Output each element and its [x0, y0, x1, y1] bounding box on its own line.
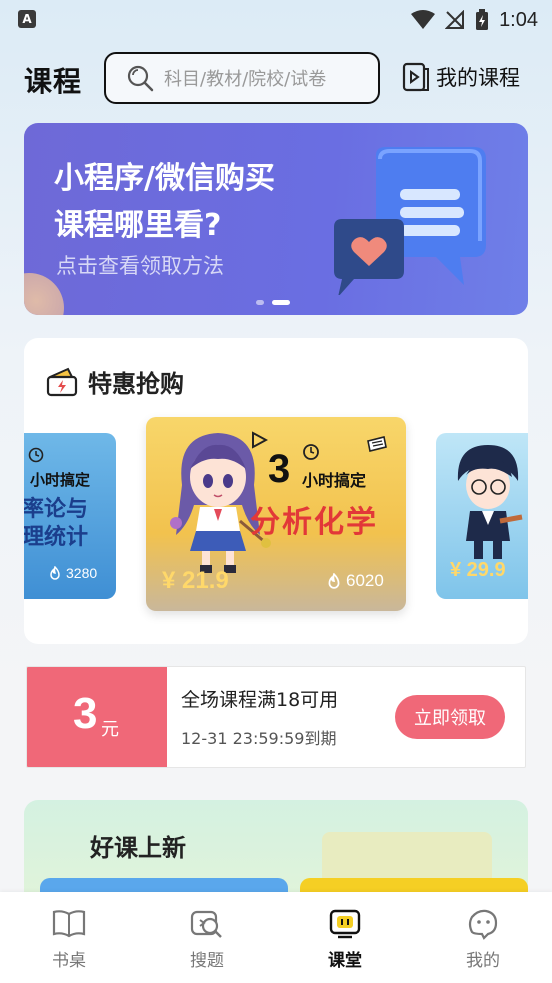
course-card-featured[interactable]: 3 小时搞定 分析化学 ¥ 21.9 6020 — [146, 417, 406, 611]
course-tag: 小时搞定 — [30, 471, 91, 489]
coupon-unit: 元 — [101, 719, 119, 740]
coupon-value-panel: 3 元 — [27, 667, 167, 767]
nav-label: 书桌 — [52, 951, 86, 971]
battery-charging-icon — [476, 9, 489, 30]
coupon-amount: 3 — [73, 689, 98, 738]
status-bar: A 1:04 — [0, 0, 552, 40]
banner-title-line1: 小程序/微信购买 — [54, 161, 275, 196]
search-icon — [127, 65, 154, 92]
course-hours-number: 3 — [268, 447, 291, 491]
wifi-icon — [411, 10, 436, 29]
pagination-dot-active[interactable] — [272, 300, 290, 305]
flash-sale-title: 特惠抢购 — [88, 370, 184, 398]
banner-pagination — [256, 300, 290, 305]
course-price: ¥ 21.9 — [162, 567, 229, 594]
clock-icon — [303, 444, 319, 460]
course-title: 分析化学 — [250, 505, 378, 540]
banner-title-line2: 课程哪里看? — [54, 208, 222, 243]
course-count: 3280 — [66, 565, 98, 581]
my-courses-label: 我的课程 — [436, 66, 520, 90]
note-icon — [367, 436, 387, 452]
clock-icon — [28, 447, 44, 463]
no-signal-icon — [445, 10, 465, 29]
nav-label: 课堂 — [328, 951, 362, 971]
nav-label: 我的 — [466, 951, 500, 971]
profile-icon — [468, 909, 498, 940]
pagination-dot[interactable] — [256, 300, 264, 305]
flame-icon — [328, 573, 340, 589]
new-courses-title: 好课上新 — [90, 834, 186, 862]
flash-sale-section: 特惠抢购 小时搞定 率论与 理统计 3280 3 小时搞定 分析化学 ¥ 21.… — [24, 338, 528, 644]
course-title-line2: 理统计 — [24, 525, 89, 550]
course-price: ¥ 29.9 — [450, 559, 506, 581]
book-icon — [52, 910, 86, 938]
nav-item-search-question[interactable]: 搜题 — [138, 892, 276, 983]
flash-sale-header: 特惠抢购 — [46, 364, 184, 399]
bottom-navigation: 书桌 搜题 课堂 我的 — [0, 892, 552, 983]
course-popularity: 6020 — [326, 571, 384, 591]
chat-bubbles-icon — [334, 147, 486, 295]
coupon-condition: 全场课程满18可用 — [181, 689, 339, 711]
anime-boy-illustration — [457, 445, 523, 559]
accessibility-icon: A — [18, 10, 36, 28]
nav-item-classroom[interactable]: 课堂 — [276, 892, 414, 983]
course-play-icon — [402, 62, 429, 92]
course-tag: 小时搞定 — [302, 471, 367, 490]
course-card[interactable]: ¥ 29.9 — [436, 433, 528, 599]
coupon-expiry: 12-31 23:59:59到期 — [181, 729, 337, 748]
status-icons: 1:04 — [411, 6, 538, 34]
header: 课程 科目/教材/院校/试卷 我的课程 — [0, 50, 552, 106]
search-question-icon — [190, 910, 222, 938]
flame-icon — [50, 566, 60, 580]
claim-coupon-button[interactable]: 立即领取 — [395, 695, 505, 739]
wallet-lightning-icon — [46, 367, 78, 396]
promo-banner[interactable]: 小程序/微信购买 课程哪里看? 点击查看领取方法 — [24, 123, 528, 315]
search-placeholder: 科目/教材/院校/试卷 — [164, 69, 327, 90]
course-card[interactable]: 小时搞定 率论与 理统计 3280 — [24, 433, 116, 599]
course-count: 6020 — [346, 571, 384, 590]
coupon-card: 3 元 全场课程满18可用 12-31 23:59:59到期 立即领取 — [26, 666, 526, 768]
page-title: 课程 — [24, 65, 83, 98]
course-popularity: 3280 — [48, 565, 97, 581]
nav-item-desk[interactable]: 书桌 — [0, 892, 138, 983]
nav-label: 搜题 — [190, 951, 224, 971]
classroom-icon — [329, 909, 361, 939]
banner-subtitle: 点击查看领取方法 — [56, 254, 224, 278]
search-input[interactable]: 科目/教材/院校/试卷 — [104, 52, 380, 104]
nav-item-profile[interactable]: 我的 — [414, 892, 552, 983]
my-courses-button[interactable]: 我的课程 — [402, 62, 520, 92]
clock: 1:04 — [499, 8, 538, 31]
